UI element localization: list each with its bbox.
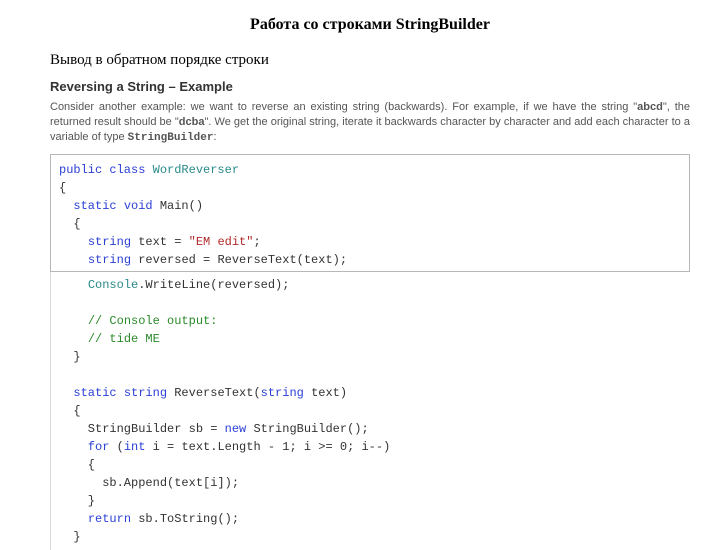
code-brace: { [59,181,66,195]
code-text: StringBuilder sb = [59,422,225,436]
page-title: Работа со строками StringBuilder [50,16,690,34]
code-text: ; [253,235,260,249]
code-text: reversed = ReverseText(text); [131,253,347,267]
code-block-top: public class WordReverser { static void … [50,154,690,272]
code-kw: for [88,440,110,454]
code-kw: string [88,253,131,267]
code-comment: // Console output: [88,314,218,328]
code-brace: } [59,530,81,544]
code-kw: string [88,235,131,249]
code-text: StringBuilder(); [246,422,368,436]
body-bold-dcba: dcba [179,116,205,128]
code-text: text = [131,235,189,249]
code-brace: { [59,217,81,231]
body-mono-stringbuilder: StringBuilder [128,132,214,144]
code-text: i = text.Length - 1; i >= 0; i--) [145,440,390,454]
code-brace: } [59,350,81,364]
subtitle: Вывод в обратном порядке строки [50,52,690,69]
code-text: .WriteLine(reversed); [138,278,289,292]
code-brace: { [59,404,81,418]
code-kw: static void [73,199,152,213]
body-paragraph: Consider another example: we want to rev… [50,100,690,146]
code-kw: return [88,512,131,526]
code-text: sb.ToString(); [131,512,239,526]
code-text: ReverseText( [167,386,261,400]
document-page: Работа со строками StringBuilder Вывод в… [0,0,720,550]
code-kw: int [124,440,146,454]
code-kw: string [261,386,304,400]
code-comment: // tide ME [88,332,160,346]
code-text: Main() [153,199,203,213]
code-block-bottom: Console.WriteLine(reversed); // Console … [50,272,690,550]
code-brace: { [59,458,95,472]
body-text-post2: : [213,131,216,143]
code-type: Console [88,278,138,292]
section-heading: Reversing a String – Example [50,79,690,94]
code-kw: static string [73,386,167,400]
code-type: WordReverser [145,163,239,177]
code-text: text) [304,386,347,400]
code-text: ( [109,440,123,454]
code-text: sb.Append(text[i]); [59,476,239,490]
code-string: "EM edit" [189,235,254,249]
code-kw: new [225,422,247,436]
body-bold-abcd: abcd [637,101,663,113]
code-kw: public class [59,163,145,177]
code-brace: } [59,494,95,508]
body-text-pre: Consider another example: we want to rev… [50,101,637,113]
